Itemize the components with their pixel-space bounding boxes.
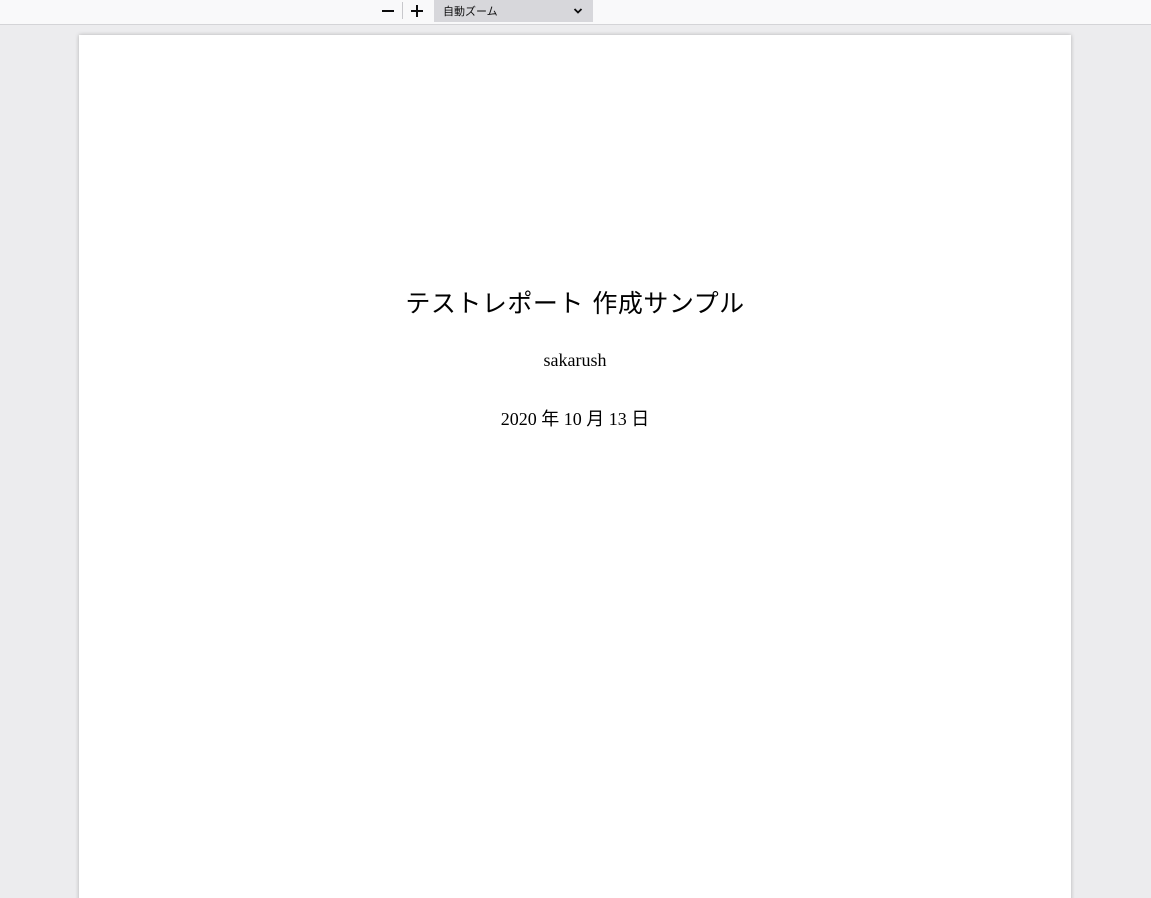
document-author: sakarush — [543, 350, 607, 370]
minus-icon — [382, 10, 394, 12]
plus-icon — [411, 5, 423, 17]
document-title: テストレポート 作成サンプル — [405, 289, 745, 318]
pdf-toolbar: 自動ズーム — [0, 0, 1151, 25]
zoom-in-button[interactable] — [405, 0, 429, 22]
zoom-out-button[interactable] — [376, 0, 400, 22]
toolbar-separator — [402, 2, 403, 19]
document-viewer[interactable]: テストレポート 作成サンプル sakarush 2020 年 10 月 13 日 — [0, 25, 1151, 898]
pdf-page: テストレポート 作成サンプル sakarush 2020 年 10 月 13 日 — [79, 35, 1071, 898]
zoom-select[interactable]: 自動ズーム — [434, 0, 593, 22]
zoom-select-value: 自動ズーム — [443, 5, 498, 18]
document-date: 2020 年 10 月 13 日 — [500, 409, 650, 429]
chevron-down-icon — [573, 8, 583, 14]
